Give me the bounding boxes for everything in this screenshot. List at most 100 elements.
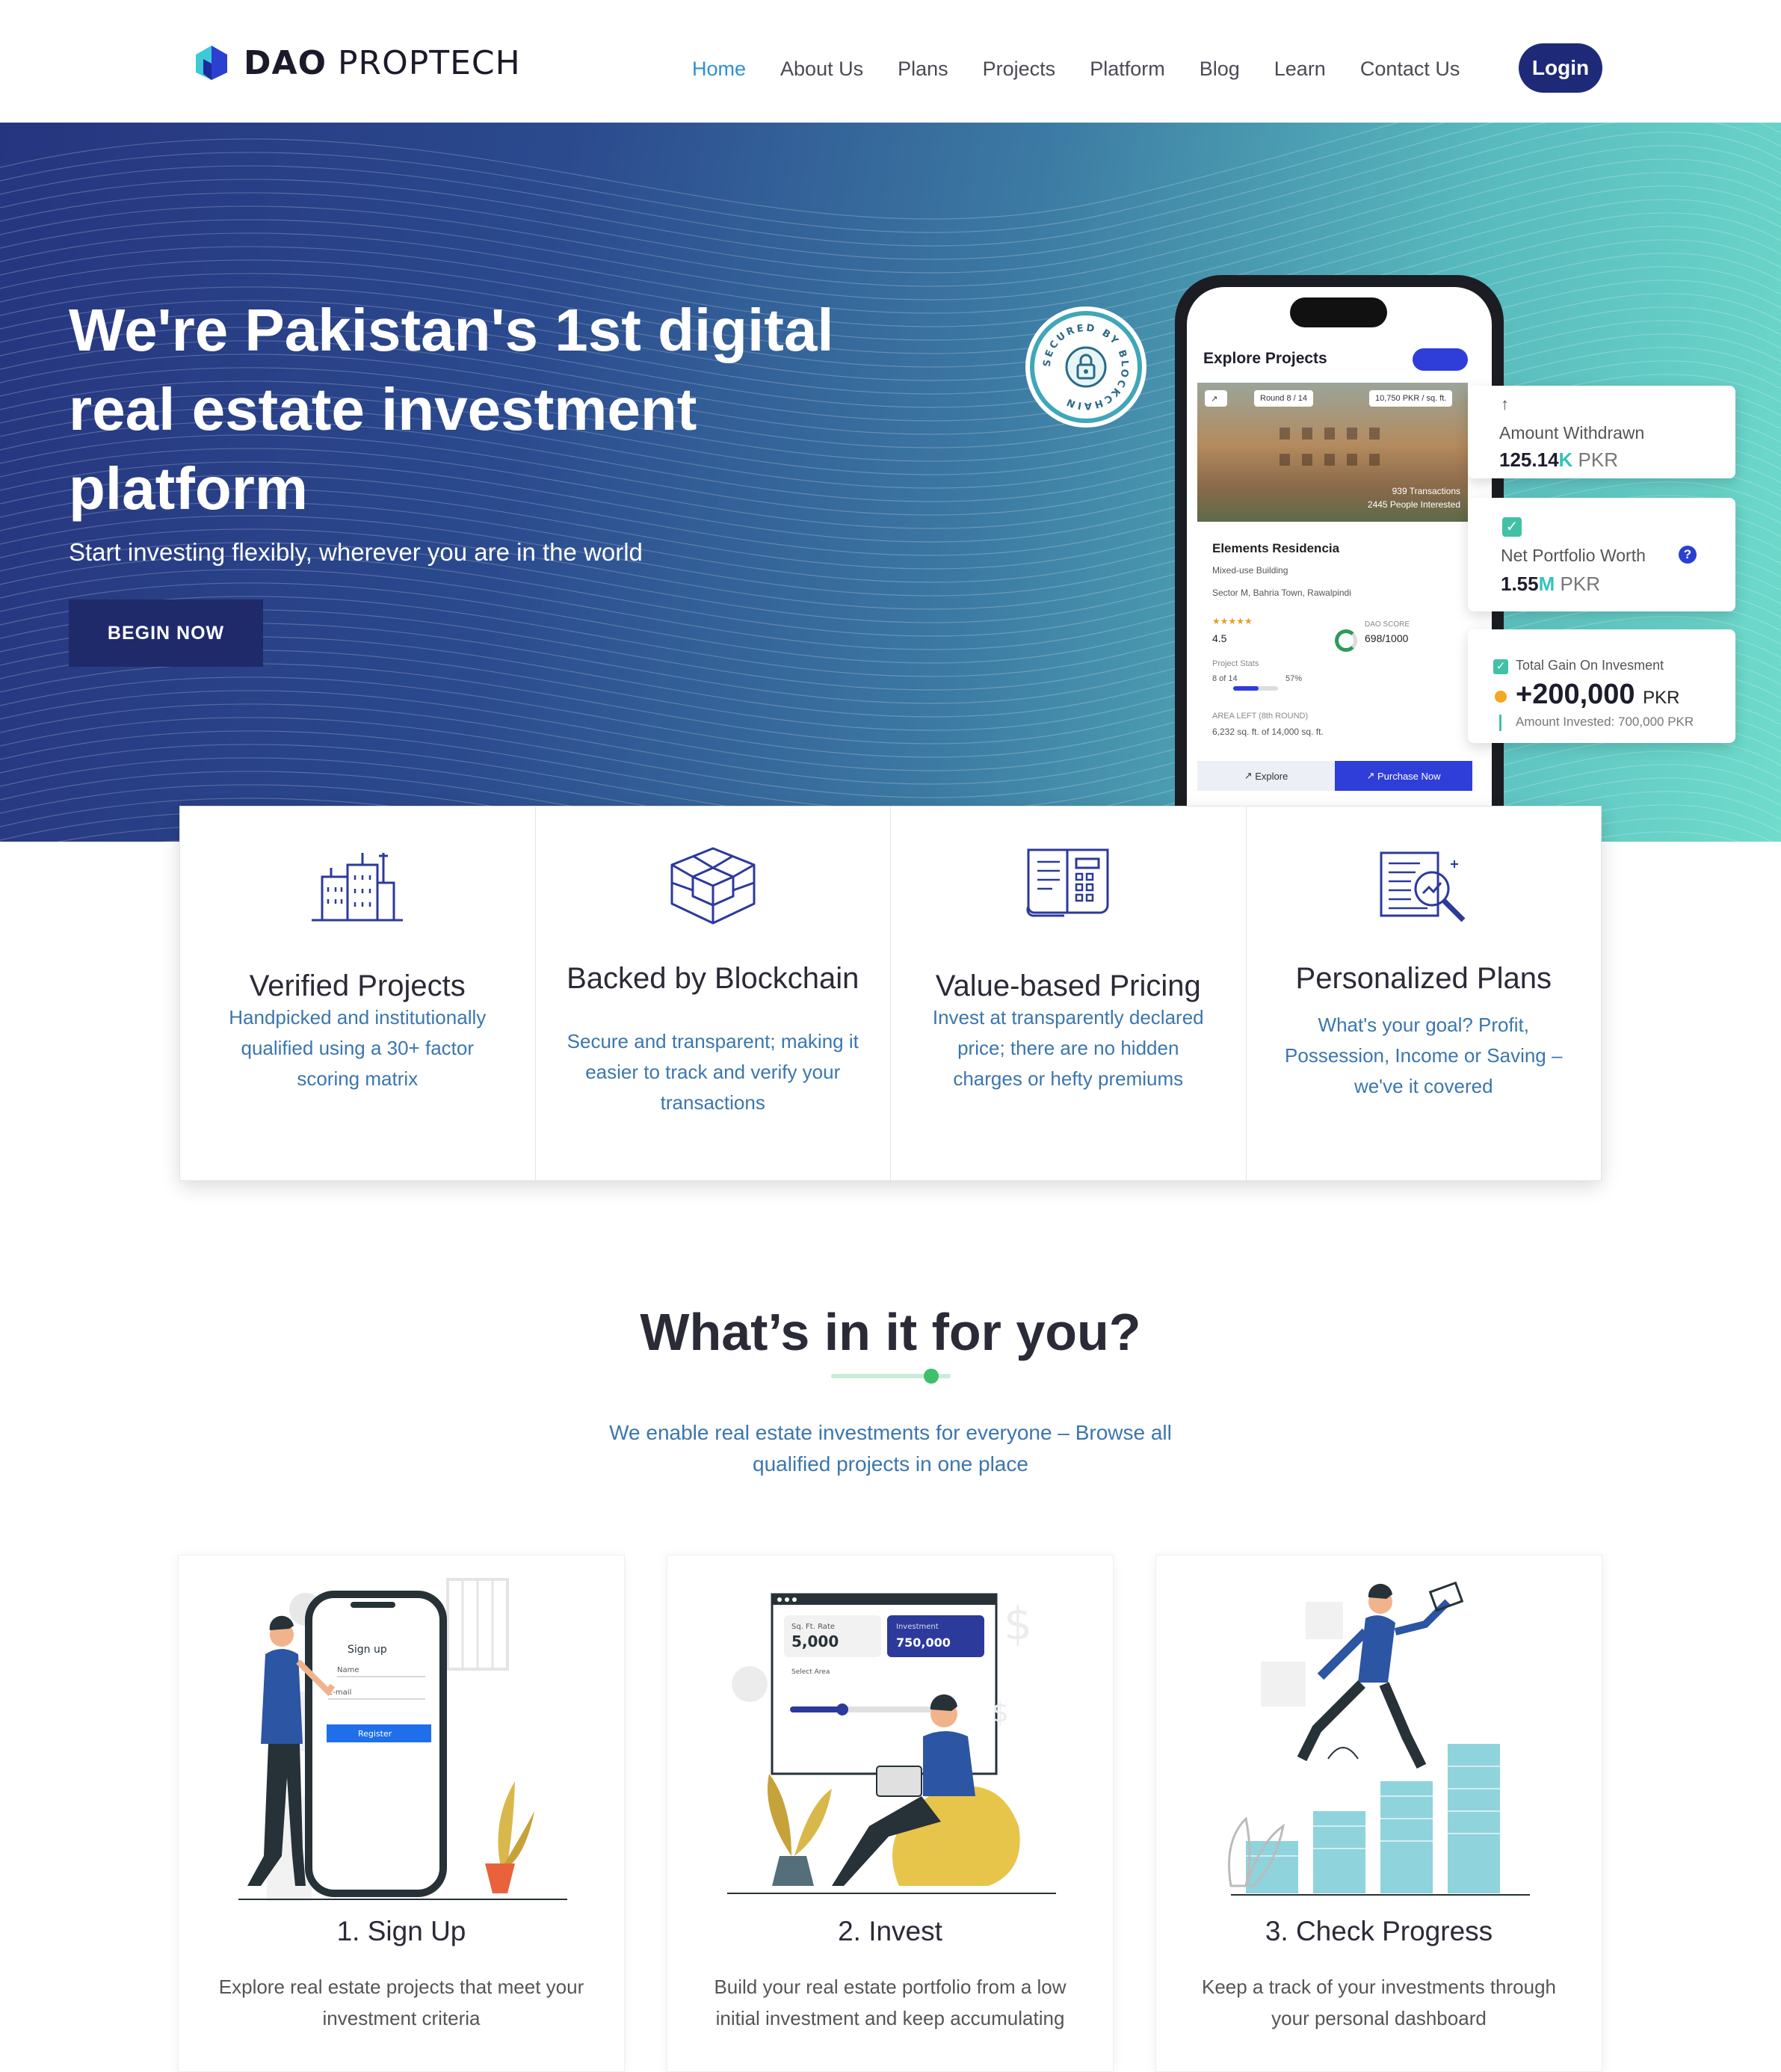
step-sign-up: Sign up Name E-mail Register 1. Sign Up …: [178, 1555, 625, 2072]
step-title: 3. Check Progress: [1265, 1916, 1493, 1946]
nav-contact-us[interactable]: Contact Us: [1360, 58, 1460, 81]
feature-title: Verified Projects: [249, 969, 466, 1002]
dao-score-label: DAO SCORE: [1365, 620, 1410, 629]
arrow-icon: ↗: [1244, 770, 1256, 781]
nav-platform[interactable]: Platform: [1090, 58, 1165, 81]
amount-withdrawn-card: ↑ Amount Withdrawn 125.14K PKR: [1468, 386, 1735, 478]
help-icon[interactable]: ?: [1679, 546, 1697, 564]
arrow-up-icon: ↑: [1501, 395, 1509, 413]
filter-toggle[interactable]: [1413, 348, 1468, 371]
step-text: Build your real estate portfolio from a …: [714, 1976, 1067, 2029]
amount-withdrawn-label: Amount Withdrawn: [1499, 423, 1645, 443]
main-menu: Home About Us Plans Projects Platform Bl…: [692, 46, 1494, 91]
benefits-subtitle: We enable real estate investments for ev…: [609, 1421, 1172, 1476]
amount-withdrawn-value: 125.14K PKR: [1499, 448, 1619, 471]
feature-backed-by-blockchain: Backed by Blockchain Secure and transpar…: [536, 807, 891, 1180]
feature-value-based-pricing: Value-based Pricing Invest at transparen…: [891, 807, 1247, 1180]
svg-text:Investment: Investment: [896, 1623, 939, 1631]
people-interested: 2445 People Interested: [1367, 499, 1460, 510]
net-portfolio-card: ✓ Net Portfolio Worth ? 1.55M PKR: [1468, 498, 1735, 611]
svg-text:Sign up: Sign up: [348, 1644, 387, 1656]
rate-tag: 10,750 PKR / sq. ft.: [1369, 390, 1453, 407]
svg-text:750,000: 750,000: [896, 1635, 951, 1650]
nav-projects[interactable]: Projects: [983, 58, 1056, 81]
step-title: 1. Sign Up: [336, 1916, 466, 1946]
feature-text: Handpicked and institutionally qualified…: [229, 1006, 487, 1090]
total-gain-card: ✓ Total Gain On Invesment +200,000 PKR A…: [1468, 629, 1735, 743]
amount-invested-label: Amount Invested: 700,000 PKR: [1516, 715, 1694, 729]
begin-now-button[interactable]: BEGIN NOW: [69, 599, 263, 667]
nav-home[interactable]: Home: [692, 58, 746, 81]
feature-text: What's your goal? Profit, Possession, In…: [1285, 1014, 1563, 1097]
area-left-value: 6,232 sq. ft. of 14,000 sq. ft.: [1212, 727, 1324, 737]
building-icon: [312, 853, 404, 922]
project-stats-label: Project Stats: [1212, 659, 1259, 668]
hero-subtitle: Start investing flexibly, wherever you a…: [69, 538, 643, 566]
net-portfolio-label: Net Portfolio Worth: [1501, 546, 1646, 565]
explore-button[interactable]: ↗ Explore: [1197, 761, 1335, 791]
svg-text:Select Area: Select Area: [791, 1668, 830, 1676]
hero-title: We're Pakistan's 1st digital real estate…: [69, 297, 834, 522]
features-strip: Verified Projects Handpicked and institu…: [179, 806, 1602, 1181]
svg-text:Register: Register: [358, 1729, 392, 1739]
check-progress-illustration: [1228, 1581, 1530, 1896]
stats-percent: 57%: [1285, 674, 1303, 683]
phone-action-bar: ↗ Explore ↗ Purchase Now: [1197, 761, 1472, 791]
area-left-label: AREA LEFT (8th ROUND): [1212, 712, 1309, 721]
stats-progress-fill: [1233, 686, 1259, 691]
sign-up-illustration: Sign up Name E-mail Register: [238, 1578, 567, 1901]
top-navigation: DAO PROPTECH Home About Us Plans Project…: [0, 0, 1781, 123]
total-gain-label: Total Gain On Invesment: [1516, 658, 1664, 673]
phone-mockup: Explore Projects ↗ Round 8 / 14 10,750 P…: [1175, 275, 1504, 842]
benefits-title: What’s in it for you?: [640, 1303, 1141, 1361]
svg-text:Name: Name: [337, 1666, 359, 1674]
blockchain-cubes-icon: [670, 847, 756, 925]
svg-text:$: $: [1004, 1598, 1032, 1650]
feature-personalized-plans: Personalized Plans What's your goal? Pro…: [1247, 807, 1602, 1180]
status-dot: [1495, 691, 1507, 703]
step-text: Keep a track of your investments through…: [1201, 1976, 1557, 2029]
explore-projects-heading: Explore Projects: [1203, 350, 1327, 367]
svg-text:$: $: [992, 1698, 1009, 1728]
share-icon[interactable]: ↗: [1205, 390, 1227, 407]
project-image: ↗ Round 8 / 14 10,750 PKR / sq. ft. 939 …: [1197, 383, 1468, 522]
rating-value: 4.5: [1212, 632, 1227, 644]
purchase-now-button[interactable]: ↗ Purchase Now: [1335, 761, 1472, 791]
nav-about-us[interactable]: About Us: [780, 58, 863, 81]
project-type: Mixed-use Building: [1212, 565, 1288, 576]
step-title: 2. Invest: [838, 1916, 942, 1946]
transactions-count: 939 Transactions: [1392, 486, 1460, 496]
nav-plans[interactable]: Plans: [898, 58, 948, 81]
price-document-icon: [1026, 848, 1109, 917]
feature-title: Personalized Plans: [1295, 962, 1552, 995]
hero-section: We're Pakistan's 1st digital real estate…: [0, 123, 1781, 842]
feature-title: Backed by Blockchain: [567, 962, 859, 995]
login-button[interactable]: Login: [1519, 43, 1602, 93]
nav-blog[interactable]: Blog: [1200, 58, 1240, 81]
nav-learn[interactable]: Learn: [1274, 58, 1326, 81]
check-icon: ✓: [1493, 659, 1508, 674]
secured-by-blockchain-seal: SECURED BY BLOCKCHAIN: [1030, 311, 1142, 423]
brand-logo[interactable]: DAO PROPTECH: [193, 40, 521, 85]
wave-line: [0, 123, 1781, 260]
phone-screen: Explore Projects ↗ Round 8 / 14 10,750 P…: [1187, 287, 1492, 842]
dao-score-value: 698/1000: [1365, 632, 1409, 644]
project-location: Sector M, Bahria Town, Rawalpindi: [1212, 588, 1351, 598]
divider-bar: [1499, 715, 1501, 731]
invest-illustration: Sq. Ft. Rate 5,000 Investment 750,000 Se…: [727, 1593, 1056, 1894]
wave-line: [0, 145, 1781, 300]
wave-line: [0, 132, 1781, 287]
star-rating-icon: ★★★★★: [1212, 616, 1253, 626]
round-tag: Round 8 / 14: [1254, 390, 1313, 407]
check-icon: ✓: [1502, 517, 1522, 537]
blockchain-lock-icon: SECURED BY BLOCKCHAIN: [1042, 323, 1129, 412]
arrow-icon: ↗: [1366, 770, 1377, 781]
step-check-progress: 3. Check Progress Keep a track of your i…: [1155, 1555, 1602, 2072]
title-underline-dot: [924, 1369, 939, 1384]
svg-text:5,000: 5,000: [791, 1632, 839, 1650]
analysis-magnifier-icon: [1380, 851, 1466, 922]
feature-text: Invest at transparently declared price; …: [932, 1006, 1204, 1090]
step-invest: Sq. Ft. Rate 5,000 Investment 750,000 Se…: [667, 1555, 1114, 2072]
feature-text: Secure and transparent; making it easier…: [567, 1030, 859, 1114]
feature-title: Value-based Pricing: [935, 969, 1201, 1002]
